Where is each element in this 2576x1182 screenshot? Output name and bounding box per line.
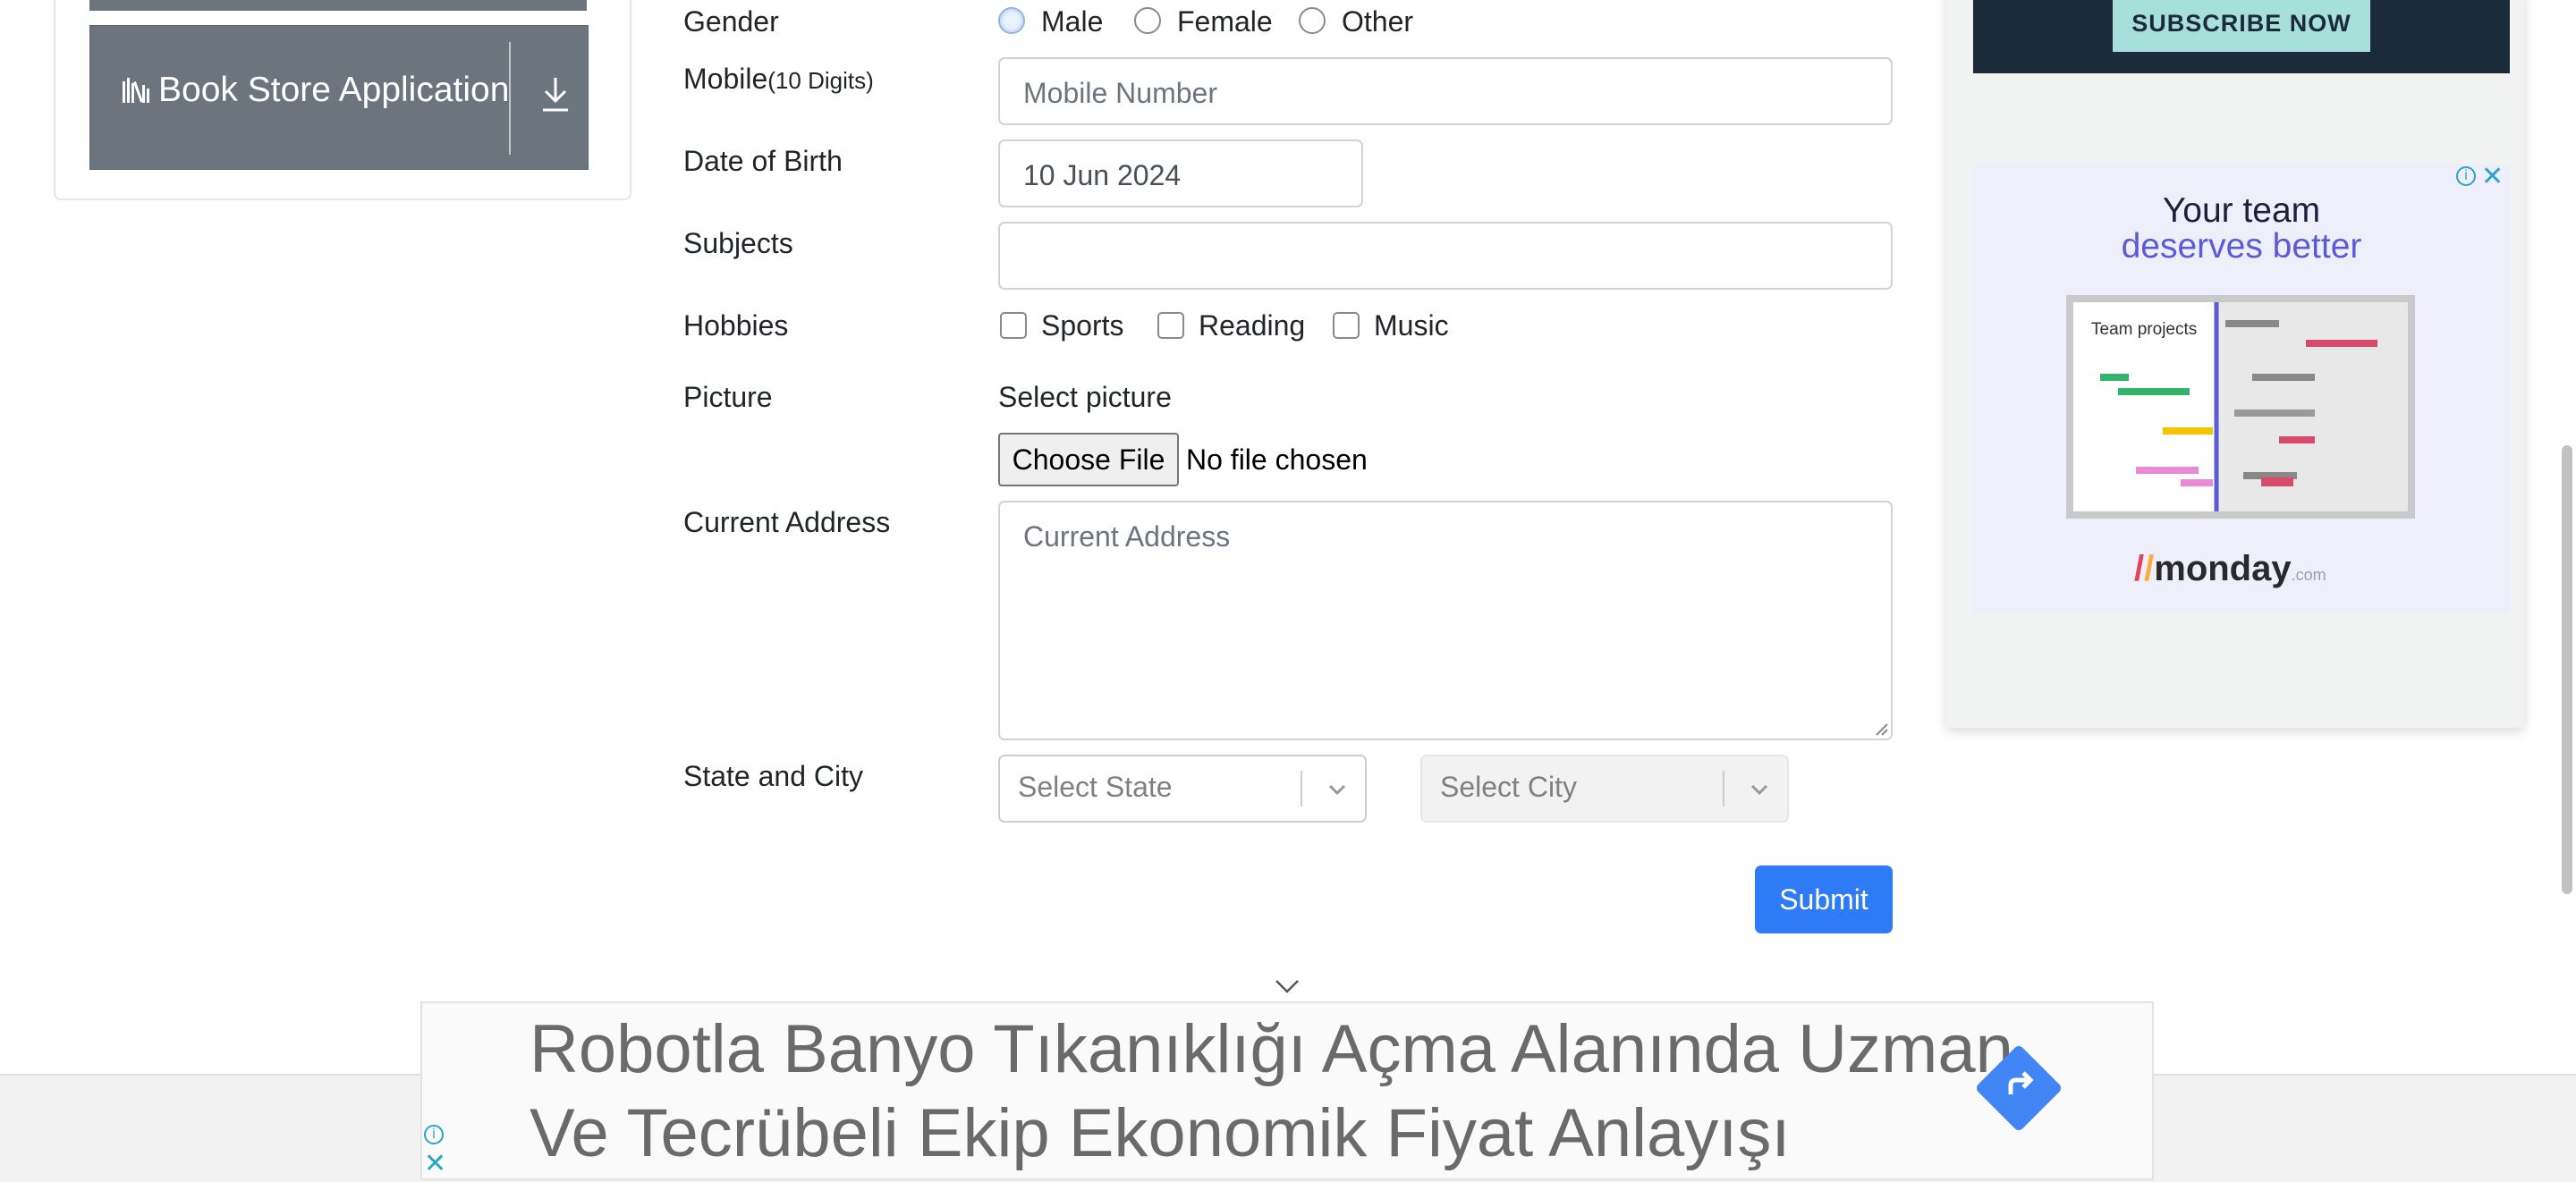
gender-other-label[interactable]: Other	[1342, 5, 1413, 38]
address-label: Current Address	[683, 506, 891, 538]
mobile-input[interactable]: Mobile Number	[998, 57, 1893, 125]
mobile-placeholder: Mobile Number	[1023, 77, 1217, 109]
chevron-down-icon	[1328, 784, 1346, 796]
hobbies-label: Hobbies	[683, 309, 789, 342]
city-placeholder: Select City	[1440, 771, 1577, 803]
hobby-music-checkbox[interactable]	[1333, 312, 1360, 339]
address-placeholder: Current Address	[1023, 520, 1231, 553]
ad-product-image: Team projects	[2066, 295, 2415, 519]
divider	[509, 42, 511, 155]
divider	[1301, 771, 1302, 806]
gender-other-radio[interactable]	[1299, 7, 1326, 34]
submit-button[interactable]: Submit	[1755, 865, 1893, 933]
arrow-right-icon	[2008, 1071, 2034, 1094]
gantt-illustration	[2100, 302, 2408, 511]
hobby-sports-checkbox[interactable]	[1000, 312, 1027, 339]
date-of-birth-input[interactable]: 10 Jun 2024	[998, 139, 1363, 207]
ad-info-icon[interactable]: i	[2456, 166, 2476, 186]
gender-label: Gender	[683, 5, 779, 38]
scrollbar-thumb[interactable]	[2562, 445, 2572, 894]
gender-female-radio[interactable]	[1134, 7, 1161, 34]
select-picture-text: Select picture	[998, 381, 1172, 413]
sidebar-item-book-store[interactable]: Book Store Application	[89, 25, 589, 170]
subjects-label: Subjects	[683, 227, 793, 259]
ad-title-line1: Your team	[2162, 191, 2321, 230]
gender-male-radio[interactable]	[998, 7, 1025, 34]
ad-title-line2: deserves better	[2121, 227, 2362, 266]
divider	[1723, 771, 1724, 806]
picture-label: Picture	[683, 381, 773, 413]
dob-value: 10 Jun 2024	[1023, 159, 1182, 191]
subjects-input[interactable]	[998, 222, 1893, 290]
download-icon[interactable]	[538, 72, 573, 117]
choose-file-button[interactable]: Choose File	[998, 433, 1179, 486]
hobby-reading-label[interactable]: Reading	[1199, 309, 1305, 342]
city-select[interactable]: Select City	[1420, 755, 1789, 823]
mobile-label: Mobile(10 Digits)	[683, 63, 874, 95]
ad-info-icon[interactable]: i	[424, 1125, 444, 1144]
dob-label: Date of Birth	[683, 145, 843, 177]
subscribe-button[interactable]: SUBSCRIBE NOW	[2113, 0, 2370, 52]
sidebar-item-previous[interactable]	[89, 0, 587, 11]
monday-logo: //monday.com	[2134, 549, 2326, 588]
current-address-textarea[interactable]: Current Address	[998, 501, 1893, 740]
state-city-label: State and City	[683, 760, 863, 792]
file-status: No file chosen	[1186, 443, 1368, 476]
banner-ad[interactable]: Robotla Banyo Tıkanıklığı Açma Alanında …	[420, 1001, 2154, 1180]
hobby-music-label[interactable]: Music	[1374, 309, 1449, 342]
ad-close-icon[interactable]: ✕	[2481, 161, 2504, 192]
banner-line1: Robotla Banyo Tıkanıklığı Açma Alanında …	[530, 1011, 2013, 1087]
state-placeholder: Select State	[1018, 771, 1173, 803]
state-select[interactable]: Select State	[998, 755, 1367, 823]
hobby-reading-checkbox[interactable]	[1157, 312, 1184, 339]
ad-close-icon[interactable]: ✕	[424, 1148, 446, 1179]
sidebar-item-label: Book Store Application	[121, 71, 509, 110]
resize-handle-icon[interactable]	[1873, 721, 1889, 737]
gender-female-label[interactable]: Female	[1177, 5, 1273, 38]
hobby-sports-label[interactable]: Sports	[1041, 309, 1123, 342]
chevron-down-icon[interactable]	[1274, 976, 1301, 996]
banner-line2: Ve Tecrübeli Ekip Ekonomik Fiyat Anlayış…	[530, 1095, 1791, 1171]
chevron-down-icon	[1750, 784, 1768, 796]
books-icon	[123, 78, 149, 103]
gender-male-label[interactable]: Male	[1041, 5, 1103, 38]
